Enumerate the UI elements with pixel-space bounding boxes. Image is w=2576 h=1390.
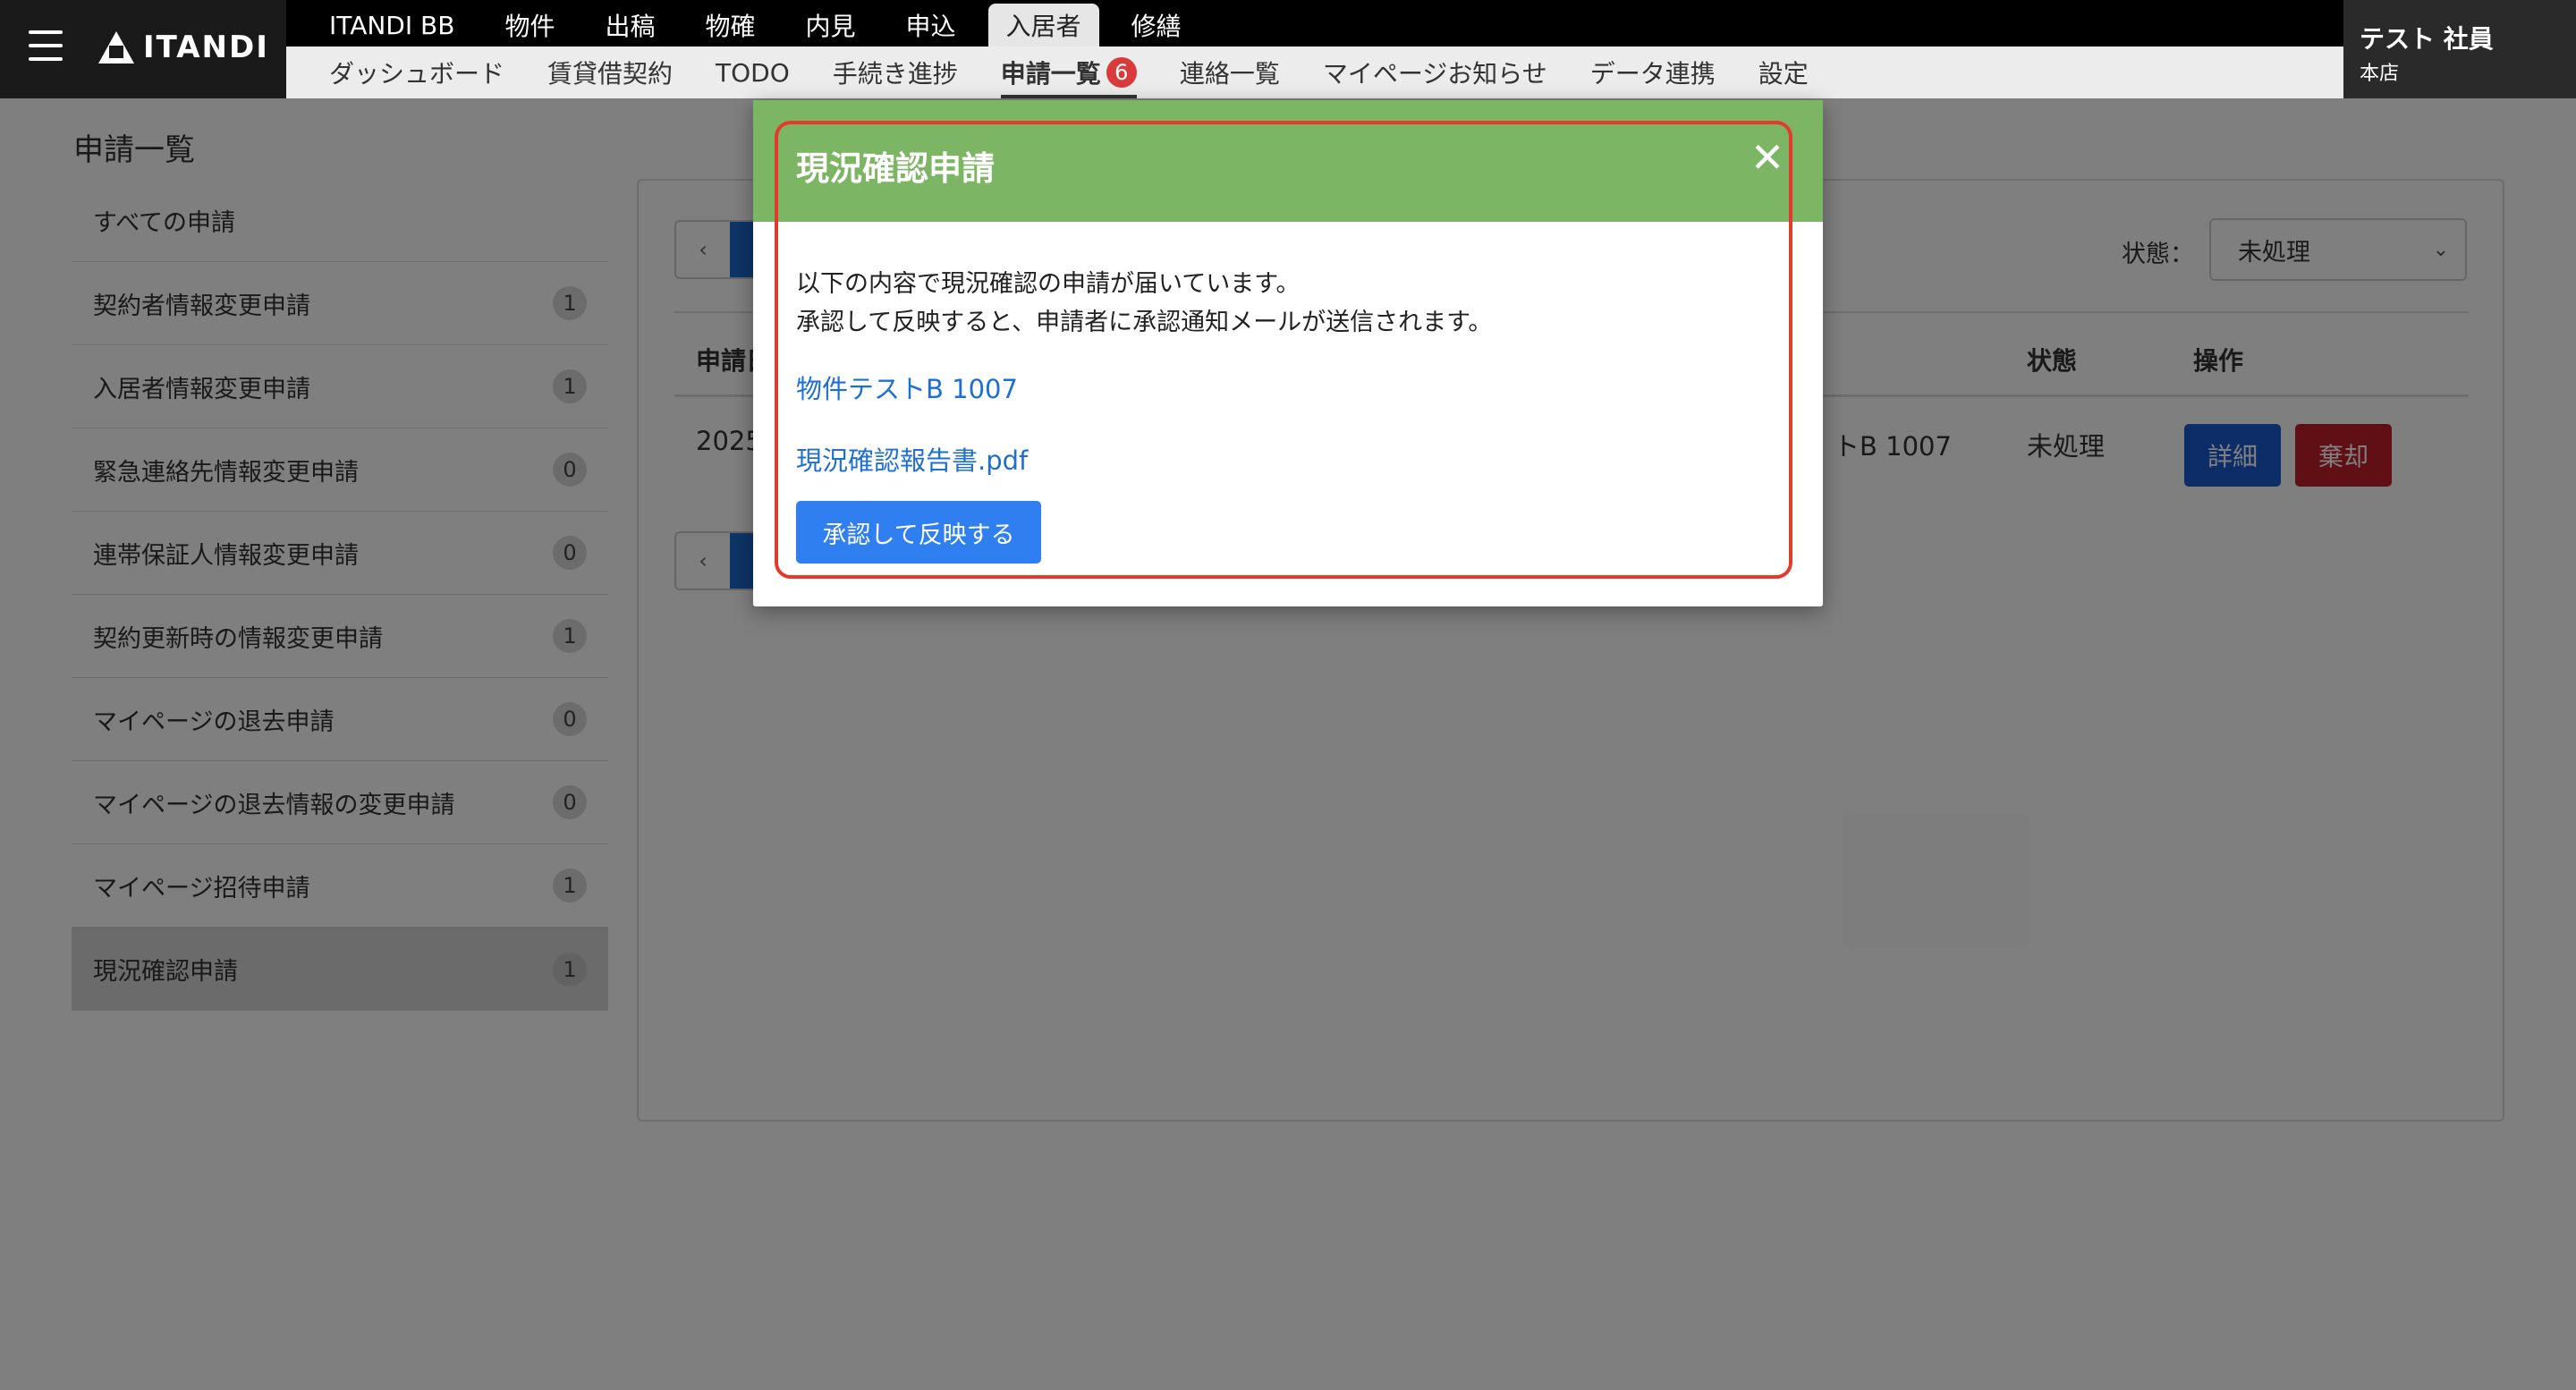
user-branch: 本店 (2360, 63, 2400, 85)
sub-nav-application-list[interactable]: 申請一覧 6 (979, 47, 1158, 98)
main-nav-shukko[interactable]: 出稿 (587, 4, 673, 47)
sub-nav-mypage-notice[interactable]: マイページお知らせ (1301, 47, 1569, 98)
sub-nav-dashboard[interactable]: ダッシュボード (308, 47, 526, 98)
sub-nav-application-list-label: 申請一覧 (1000, 59, 1101, 89)
top-header: ITANDI ITANDI BB 物件 出稿 物確 内見 申込 入居者 修繕 ダ… (0, 0, 2576, 98)
main-nav: ITANDI BB 物件 出稿 物確 内見 申込 入居者 修繕 (286, 0, 2343, 47)
main-nav-bukkaku[interactable]: 物確 (687, 4, 773, 47)
main-nav-naiken[interactable]: 内見 (787, 4, 873, 47)
application-count-badge: 6 (1106, 57, 1137, 88)
sub-nav-contact-list[interactable]: 連絡一覧 (1158, 47, 1301, 98)
sub-nav-data-integration[interactable]: データ連携 (1569, 47, 1737, 98)
navigation: ITANDI BB 物件 出稿 物確 内見 申込 入居者 修繕 ダッシュボード … (286, 0, 2343, 98)
highlight-annotation (775, 121, 1792, 579)
user-menu[interactable]: テスト 社員 本店 (2343, 0, 2576, 98)
main-nav-itandi-bb[interactable]: ITANDI BB (311, 4, 472, 47)
app-page: ITANDI ITANDI BB 物件 出稿 物確 内見 申込 入居者 修繕 ダ… (0, 0, 2576, 1390)
main-nav-shuzen[interactable]: 修繕 (1114, 4, 1199, 47)
logo-text: ITANDI (143, 30, 269, 65)
main-nav-nyukyosha[interactable]: 入居者 (987, 4, 1099, 47)
main-nav-bukken[interactable]: 物件 (487, 4, 572, 47)
sub-nav: ダッシュボード 賃貸借契約 TODO 手続き進捗 申請一覧 6 連絡一覧 マイペ… (286, 47, 2343, 98)
main-nav-moushikomi[interactable]: 申込 (888, 4, 974, 47)
user-name: テスト 社員 (2360, 24, 2494, 54)
logo-mark-icon (98, 31, 134, 64)
sub-nav-procedure-progress[interactable]: 手続き進捗 (811, 47, 979, 98)
sub-nav-settings[interactable]: 設定 (1737, 47, 1830, 98)
hamburger-menu-icon[interactable] (29, 30, 68, 61)
sub-nav-todo[interactable]: TODO (694, 47, 811, 98)
sub-nav-lease-contract[interactable]: 賃貸借契約 (526, 47, 694, 98)
itandi-logo[interactable]: ITANDI (98, 27, 269, 68)
